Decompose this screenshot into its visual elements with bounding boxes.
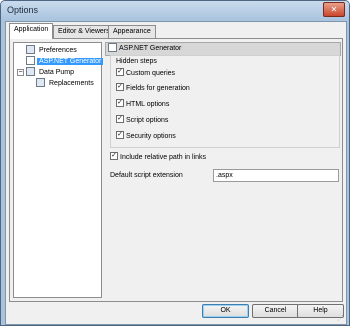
html-options-checkbox[interactable]: ✓ HTML options xyxy=(116,99,169,110)
title-bar[interactable]: Options ✕ xyxy=(1,1,349,21)
include-relative-path-checkbox[interactable]: ✓ Include relative path in links xyxy=(110,152,206,163)
cancel-button[interactable]: Cancel xyxy=(252,304,299,318)
checkbox-box[interactable]: ✓ xyxy=(116,115,124,124)
replacements-icon xyxy=(36,77,45,87)
hidden-steps-group: Hidden steps ✓ Custom queries ✓ Fields for… xyxy=(110,55,340,148)
tree-item-label: Replacements xyxy=(49,80,94,87)
checkbox-label: Script options xyxy=(126,117,169,124)
dialog-client-area: Application Editor & Viewers Appearance … xyxy=(5,21,347,325)
script-extension-label: Default script extension xyxy=(110,172,183,179)
checkbox-label: HTML options xyxy=(126,101,170,108)
section-header-label: ASP.NET Generator xyxy=(119,45,182,52)
asp-generator-icon xyxy=(26,55,35,65)
window-title: Options xyxy=(7,5,39,15)
tree-item-preferences[interactable]: Preferences xyxy=(26,44,79,56)
options-tree[interactable]: Preferences ASP.NET Generator − Data Pum… xyxy=(13,42,104,298)
checkbox-box[interactable]: ✓ xyxy=(116,68,124,77)
tree-item-label: ASP.NET Generator xyxy=(37,58,104,65)
data-pump-icon xyxy=(26,66,35,76)
checkbox-label: Security options xyxy=(126,133,176,140)
tree-item-label: Data Pump xyxy=(39,69,75,76)
tree-item-asp-generator[interactable]: ASP.NET Generator xyxy=(26,55,104,67)
checkbox-box[interactable]: ✓ xyxy=(116,131,124,140)
fields-for-generation-checkbox[interactable]: ✓ Fields for generation xyxy=(116,83,190,94)
ok-button[interactable]: OK xyxy=(202,304,249,318)
tab-application[interactable]: Application xyxy=(9,23,54,39)
checkbox-box[interactable]: ✓ xyxy=(110,152,118,161)
tab-editor-viewers[interactable]: Editor & Viewers xyxy=(53,25,115,38)
application-tab-panel: Preferences ASP.NET Generator − Data Pum… xyxy=(9,38,343,302)
checkbox-label: Fields for generation xyxy=(126,85,190,92)
checkbox-box[interactable]: ✓ xyxy=(116,83,124,92)
checkbox-label: Custom queries xyxy=(126,70,176,77)
tab-appearance[interactable]: Appearance xyxy=(108,25,156,38)
tree-item-replacements[interactable]: Replacements xyxy=(36,77,96,89)
asp-generator-icon xyxy=(108,42,117,52)
section-header: ASP.NET Generator xyxy=(105,42,341,56)
script-extension-input[interactable]: .aspx xyxy=(213,169,339,182)
collapse-toggle[interactable]: − xyxy=(17,69,24,76)
preferences-icon xyxy=(26,44,35,54)
tree-item-data-pump[interactable]: Data Pump xyxy=(26,66,76,78)
hidden-steps-label: Hidden steps xyxy=(116,58,157,65)
custom-queries-checkbox[interactable]: ✓ Custom queries xyxy=(116,68,175,79)
script-options-checkbox[interactable]: ✓ Script options xyxy=(116,115,168,126)
checkbox-box[interactable]: ✓ xyxy=(116,99,124,108)
resize-grip-icon[interactable]: ⋰ xyxy=(337,315,345,323)
options-dialog: Options ✕ Application Editor & Viewers A… xyxy=(0,0,350,326)
security-options-checkbox[interactable]: ✓ Security options xyxy=(116,131,176,142)
close-button[interactable]: ✕ xyxy=(323,2,345,17)
tree-item-label: Preferences xyxy=(39,47,77,54)
checkbox-label: Include relative path in links xyxy=(120,154,206,161)
